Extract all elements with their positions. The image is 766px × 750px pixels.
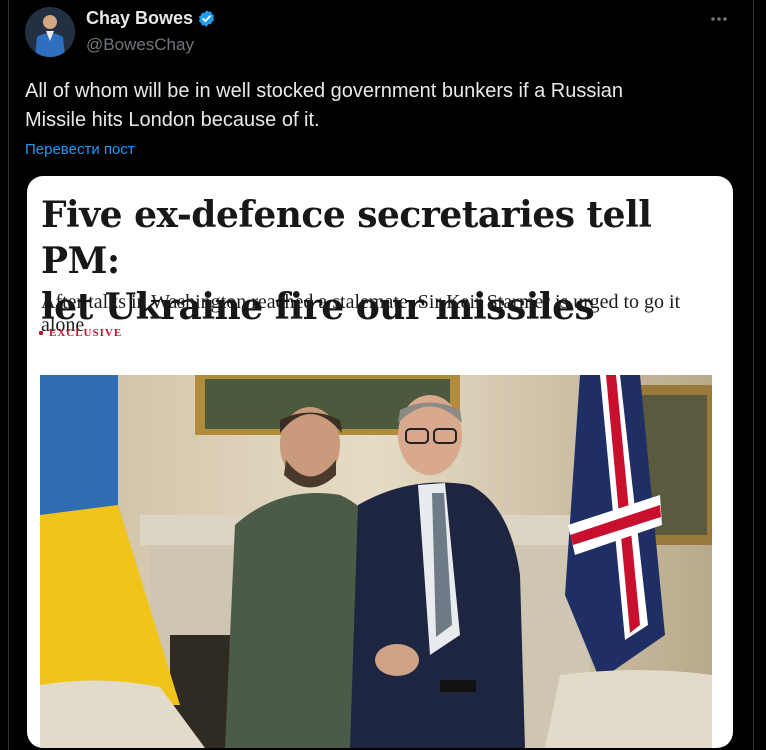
more-horizontal-icon [711, 17, 727, 21]
avatar[interactable] [25, 7, 75, 57]
tweet-text: All of whom will be in well stocked gove… [25, 77, 725, 135]
exclusive-dot-icon [39, 331, 43, 335]
article-subheadline: After talks in Washington reached a stal… [41, 291, 681, 336]
author-handle[interactable]: @BowesChay [86, 35, 194, 55]
more-options-button[interactable] [709, 9, 729, 34]
translate-post-link[interactable]: Перевести пост [25, 141, 135, 158]
exclusive-label: EXCLUSIVE [49, 327, 123, 339]
timeline-border-left [8, 0, 9, 750]
tweet-text-line-1: All of whom will be in well stocked gove… [25, 80, 624, 102]
author-name[interactable]: Chay Bowes [86, 8, 193, 29]
article-headline-line-1: Five ex-defence secretaries tell PM: [41, 194, 652, 282]
avatar-image [25, 7, 75, 57]
handshake [375, 644, 419, 676]
timeline-border-right [753, 0, 754, 750]
author-name-row: Chay Bowes [86, 8, 216, 29]
tweet-text-line-2: Missile hits London because of it. [25, 109, 320, 131]
sofa-right [545, 670, 712, 748]
exclusive-tag: EXCLUSIVE [39, 327, 122, 339]
verified-badge-icon [199, 10, 215, 27]
article-photo [40, 375, 712, 748]
media-card[interactable]: Five ex-defence secretaries tell PM: let… [27, 176, 733, 748]
